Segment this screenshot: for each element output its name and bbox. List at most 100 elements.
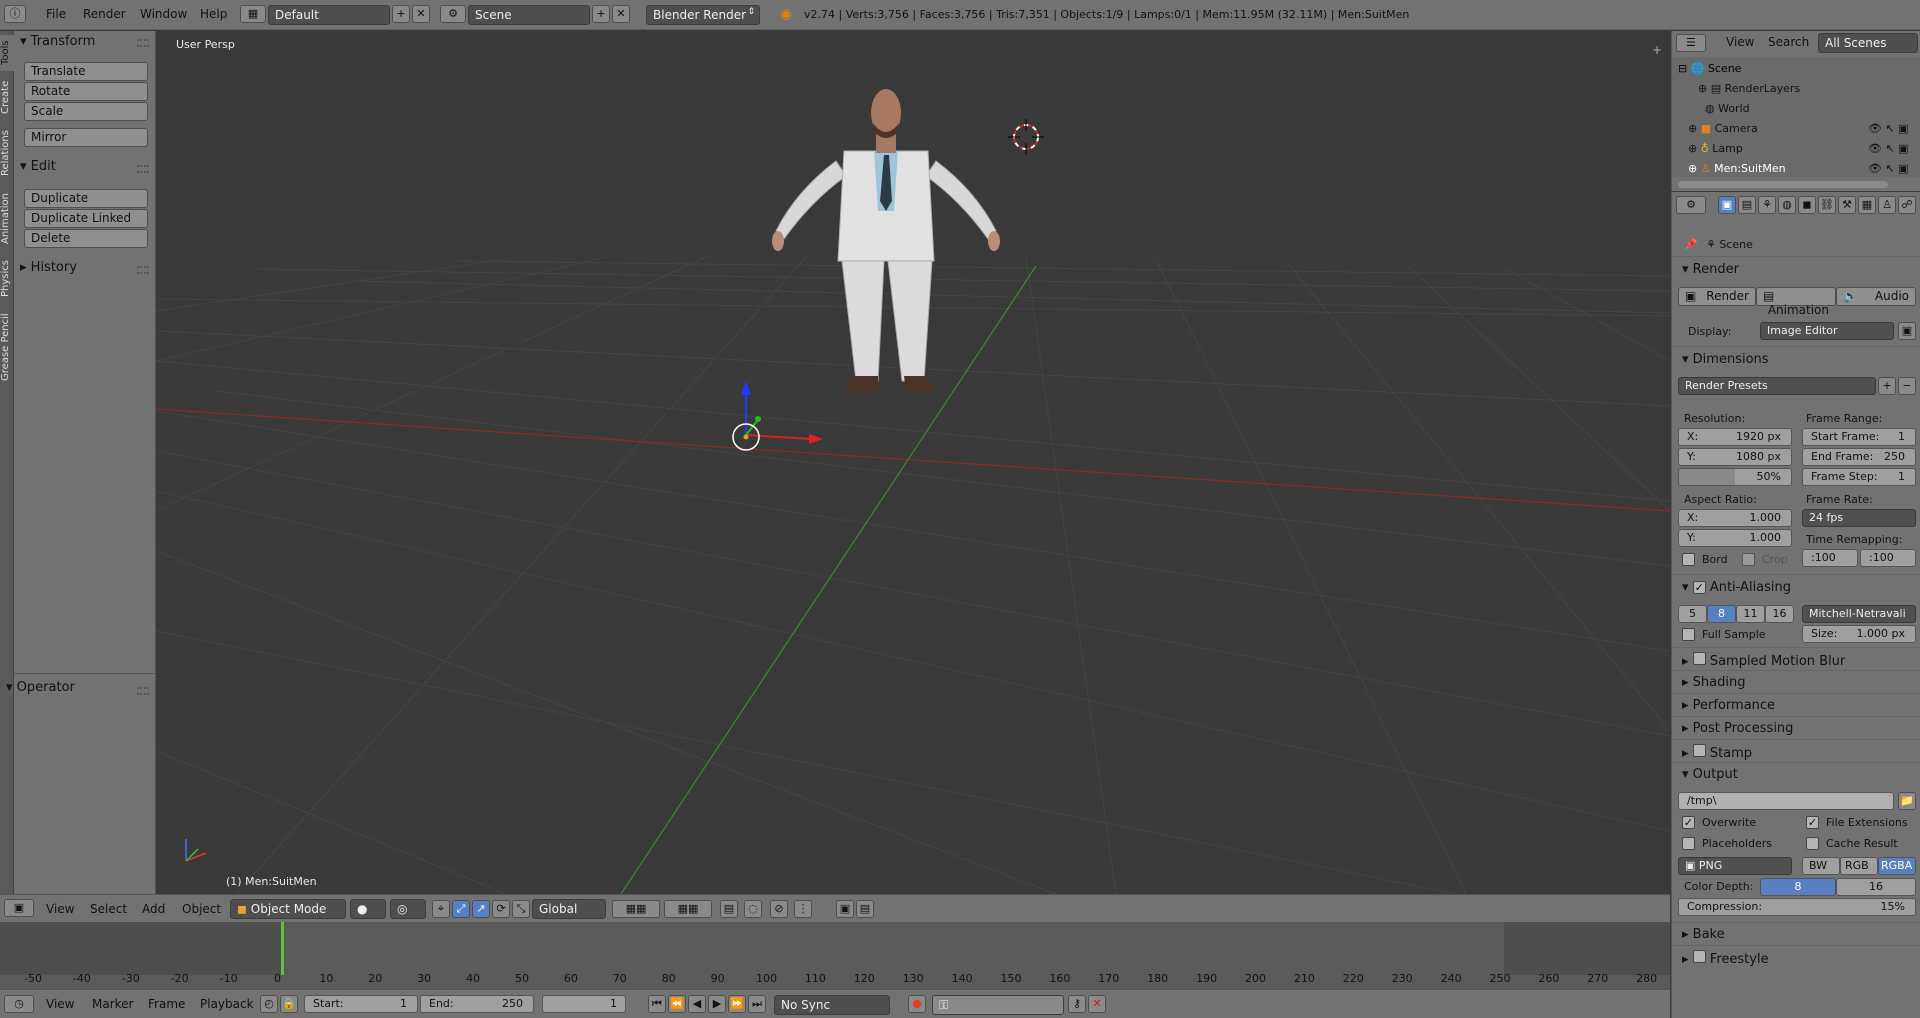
menu-render[interactable]: Render	[83, 7, 126, 21]
layers-a-icon[interactable]: ▦▦	[612, 900, 660, 918]
character-model[interactable]	[756, 71, 1016, 411]
resolution-percentage-slider[interactable]: 50%	[1678, 468, 1792, 486]
remap-new-field[interactable]: :100	[1860, 549, 1916, 567]
compression-slider[interactable]: Compression: 15%	[1678, 898, 1916, 916]
history-panel-header[interactable]: ▸ History	[20, 260, 77, 275]
render-layers-tab-icon[interactable]: ▤	[1738, 196, 1756, 214]
delete-key-icon[interactable]: ✕	[1088, 995, 1106, 1013]
tab-create[interactable]: Create	[0, 75, 14, 119]
world-tab-icon[interactable]: ◍	[1778, 196, 1796, 214]
jump-key-back-icon[interactable]: ⏪	[668, 995, 686, 1013]
object-tab-icon[interactable]: ◼	[1798, 196, 1816, 214]
overwrite-checkbox[interactable]: ✓	[1682, 816, 1695, 829]
current-frame-field[interactable]: 1	[542, 995, 626, 1013]
editor-type-icon[interactable]: ☰	[1676, 34, 1706, 52]
drag-grip-icon[interactable]	[137, 39, 149, 47]
info-editor-icon[interactable]: ⓘ	[4, 5, 26, 23]
cache-result-checkbox[interactable]	[1806, 837, 1819, 850]
remove-layout-icon[interactable]: ✕	[412, 5, 430, 23]
file-format-select[interactable]: ▣ PNG	[1678, 857, 1792, 875]
outliner-item-camera[interactable]: ⊕ ■ Camera	[1688, 122, 1758, 135]
snap-icon[interactable]: ⌖	[432, 900, 450, 918]
menu-object[interactable]: Object	[182, 902, 221, 916]
menu-window[interactable]: Window	[140, 7, 187, 21]
tab-animation[interactable]: Animation	[0, 187, 14, 251]
menu-frame[interactable]: Frame	[148, 997, 185, 1011]
border-checkbox[interactable]	[1682, 553, 1695, 566]
proportional-icon[interactable]: ◌	[744, 900, 762, 918]
outliner-item-lamp[interactable]: ⊕ ♁ Lamp	[1688, 142, 1743, 155]
drag-grip-icon[interactable]	[137, 266, 149, 274]
orientation-select[interactable]: Global	[532, 899, 606, 919]
delete-button[interactable]: Delete	[24, 229, 148, 248]
start-frame-field[interactable]: Start Frame: 1	[1802, 428, 1916, 446]
stamp-checkbox[interactable]	[1692, 744, 1706, 757]
aa-checkbox[interactable]: ✓	[1692, 581, 1706, 594]
end-frame-field[interactable]: End: 250	[420, 995, 534, 1013]
edit-panel-header[interactable]: ▾ Edit	[20, 159, 56, 174]
translate-mode-icon[interactable]: ↗	[472, 900, 490, 918]
aspect-y-field[interactable]: Y: 1.000	[1678, 529, 1792, 547]
remap-old-field[interactable]: :100	[1802, 549, 1858, 567]
crop-checkbox[interactable]	[1742, 553, 1755, 566]
jump-end-icon[interactable]: ⏭	[748, 995, 766, 1013]
armature-tab-icon[interactable]: ♙	[1878, 196, 1896, 214]
aa-sample-11[interactable]: 11	[1736, 605, 1765, 623]
visibility-eye-icon[interactable]: 👁 ↖ ▣	[1868, 122, 1909, 135]
insert-key-icon[interactable]: ⚷	[1068, 995, 1086, 1013]
shading-panel-header[interactable]: ▸ Shading	[1682, 675, 1745, 690]
operator-panel-header[interactable]: ▾ Operator	[6, 680, 75, 695]
freestyle-checkbox[interactable]	[1692, 950, 1706, 963]
transform-panel-header[interactable]: ▾ Transform	[20, 34, 95, 49]
rgb-button[interactable]: RGB	[1840, 857, 1878, 875]
file-extensions-checkbox[interactable]: ✓	[1806, 816, 1819, 829]
window-icon[interactable]: ▣	[1898, 322, 1916, 340]
menu-search[interactable]: Search	[1768, 35, 1809, 49]
render-button[interactable]: ▣ Render	[1678, 287, 1756, 306]
play-reverse-icon[interactable]: ◀	[688, 995, 706, 1013]
remove-scene-icon[interactable]: ✕	[612, 5, 630, 23]
duplicate-linked-button[interactable]: Duplicate Linked	[24, 209, 148, 228]
bake-panel-header[interactable]: ▸ Bake	[1682, 927, 1725, 942]
sync-select[interactable]: No Sync	[774, 995, 890, 1015]
tab-relations[interactable]: Relations	[0, 123, 14, 183]
snap-target-icon[interactable]: ⊘	[770, 900, 788, 918]
render-tab-icon[interactable]: ▣	[1718, 196, 1736, 214]
expand-plus-icon[interactable]: +	[1652, 43, 1662, 57]
full-sample-checkbox[interactable]	[1682, 628, 1695, 641]
depth-8-button[interactable]: 8	[1760, 878, 1836, 896]
menu-view[interactable]: View	[46, 997, 74, 1011]
output-panel-header[interactable]: ▾ Output	[1682, 767, 1738, 782]
add-scene-icon[interactable]: +	[592, 5, 610, 23]
end-frame-field[interactable]: End Frame: 250	[1802, 448, 1916, 466]
render-panel-header[interactable]: ▾ Render	[1682, 262, 1739, 277]
resolution-y-field[interactable]: Y: 1080 px	[1678, 448, 1792, 466]
audio-button[interactable]: 🔈 Audio	[1836, 287, 1916, 306]
render-still-icon[interactable]: ▣	[836, 900, 854, 918]
play-icon[interactable]: ▶	[708, 995, 726, 1013]
aspect-x-field[interactable]: X: 1.000	[1678, 509, 1792, 527]
aa-sample-8[interactable]: 8	[1707, 605, 1736, 623]
rotate-mode-icon[interactable]: ⟳	[492, 900, 510, 918]
tab-grease-pencil[interactable]: Grease Pencil	[0, 307, 14, 387]
menu-select[interactable]: Select	[90, 902, 127, 916]
stamp-panel-header[interactable]: ▸ Stamp	[1682, 744, 1752, 761]
tab-tools[interactable]: Tools	[0, 35, 14, 71]
rgba-button[interactable]: RGBA	[1878, 857, 1916, 875]
resolution-x-field[interactable]: X: 1920 px	[1678, 428, 1792, 446]
manipulator-icon[interactable]: ⤢	[452, 900, 470, 918]
lock-layers-icon[interactable]: ▤	[720, 900, 738, 918]
mode-select[interactable]: ◼ Object Mode	[230, 899, 346, 919]
render-engine-select[interactable]: Blender Render ⇕	[646, 5, 760, 25]
duplicate-button[interactable]: Duplicate	[24, 189, 148, 208]
drag-grip-icon[interactable]	[137, 165, 149, 173]
transform-manipulator[interactable]	[731, 371, 851, 471]
scene-tab-icon[interactable]: ⚘	[1758, 196, 1776, 214]
horizontal-scrollbar[interactable]	[1678, 181, 1888, 188]
constraints-tab-icon[interactable]: ⛓	[1818, 196, 1836, 214]
performance-panel-header[interactable]: ▸ Performance	[1682, 698, 1775, 713]
add-preset-icon[interactable]: +	[1878, 377, 1896, 395]
scale-button[interactable]: Scale	[24, 102, 148, 121]
editor-type-icon[interactable]: ◷	[4, 995, 34, 1013]
editor-type-icon[interactable]: ▣	[4, 899, 34, 917]
